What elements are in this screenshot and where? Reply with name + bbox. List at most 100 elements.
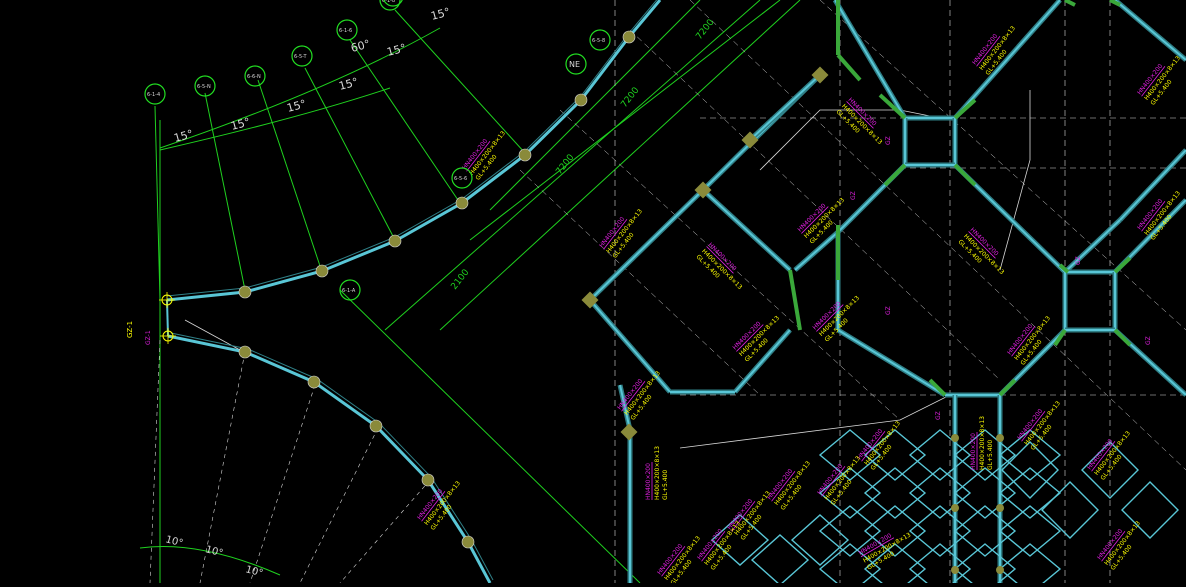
thick-beam xyxy=(1064,0,1076,7)
grid-bubble-label: 6-1-4 xyxy=(147,92,160,98)
angle-label: 15° xyxy=(385,41,407,59)
thick-beam xyxy=(998,378,1017,397)
boxed-grid-bubble[interactable]: NE xyxy=(565,53,587,75)
member-label-tag: HN400×200H400×200×8×13GL+5.400 xyxy=(835,96,884,146)
column-joint xyxy=(951,566,959,574)
square-column xyxy=(620,423,638,441)
radial-grid-line xyxy=(349,39,461,204)
lattice-diamond xyxy=(1041,481,1099,539)
column-joint xyxy=(369,419,383,433)
structural-plan-drawing: 15°15°15°15°15°60°15°10°10°10°7200210072… xyxy=(126,0,1186,587)
lattice-diamond xyxy=(750,534,810,586)
column-joint xyxy=(951,504,959,512)
tick-label: GZ xyxy=(885,306,892,315)
column-joint xyxy=(315,264,329,278)
grid-bubble[interactable]: 6-5-8 xyxy=(589,29,611,51)
grid-bubble[interactable]: 6-1-6 xyxy=(336,19,358,41)
radial-axis-line xyxy=(249,384,316,584)
outline xyxy=(999,90,1031,271)
lattice-diamond xyxy=(863,467,927,519)
member-label-tag: HN400×200H400×200×8×13GL+5.400 xyxy=(731,315,781,364)
radial-axis-line xyxy=(339,479,431,584)
side-tag: GZ-1 xyxy=(145,330,152,345)
member-label-tag: HN400×200H400×200×8×13GL+5.400 xyxy=(695,241,744,291)
lattice-diamond xyxy=(998,505,1062,557)
beam xyxy=(1064,219,1121,273)
tick-label: GZ xyxy=(1145,336,1152,345)
side-tag: GZ-1 xyxy=(126,321,134,338)
lattice-diamond xyxy=(908,505,972,557)
angle-label: 10° xyxy=(164,534,184,549)
grid-bubble[interactable]: 6-6-N xyxy=(244,65,266,87)
radial-axis-line xyxy=(299,427,379,584)
tick-label: GZ xyxy=(885,136,892,145)
column-joint xyxy=(996,434,1004,442)
member-label-tag: HN400×200H400×200×8×13GL+5.400 xyxy=(645,446,669,500)
grid-bubble[interactable]: 6-1-4 xyxy=(144,83,166,105)
radial-grid-line xyxy=(394,9,526,154)
tick-label: GZ xyxy=(1075,256,1082,265)
dimension-label: 7200 xyxy=(619,85,641,109)
lattice-diamond xyxy=(953,467,1017,519)
lattice-diamond xyxy=(953,505,1017,557)
thick-beam xyxy=(953,98,977,120)
member-label-tag: HN400×200H400×200×8×13GL+5.400 xyxy=(856,420,902,472)
lattice-diamond xyxy=(908,467,972,519)
member-label-tag: HN400×200H400×200×8×13GL+5.400 xyxy=(1016,400,1062,452)
member-label-tag: HN400×200H400×200×8×13GL+5.400 xyxy=(1136,55,1182,107)
angle-label: 15° xyxy=(229,115,251,133)
beam xyxy=(749,74,821,141)
member-label-tag: HN400×200H400×200×8×13GL+5.400 xyxy=(766,460,812,512)
grid-bubble-label: 6-1-A xyxy=(342,288,356,294)
grid-bubble-label: 6-1-6 xyxy=(339,28,352,34)
member-label-tag: HN400×200H400×200×8×13GL+5.400 xyxy=(957,226,1006,276)
angle-label: 10° xyxy=(244,564,264,579)
grid-bubble-label: 6-6-N xyxy=(247,74,261,80)
column-joint xyxy=(307,375,321,389)
column-joint xyxy=(518,148,532,162)
column-joint xyxy=(996,504,1004,512)
beam xyxy=(1114,0,1186,61)
beam xyxy=(954,0,1061,119)
dim-arc xyxy=(159,87,391,151)
grid-bubble-label: 6-5-8 xyxy=(592,38,605,44)
curved-beam-edge xyxy=(166,0,658,297)
dimension-label: 2100 xyxy=(449,267,471,291)
member-label-magenta: HN400×200 xyxy=(970,433,977,470)
lattice-diamond xyxy=(908,429,972,481)
thick-beam xyxy=(1113,256,1132,274)
lattice-diamond xyxy=(790,514,850,566)
member-label-tag: HN400×200H400×200×8×13GL+5.400 xyxy=(1006,315,1052,367)
grid-bubble-label: 6-5-6 xyxy=(454,176,467,182)
member-label-tag: HN400×200H400×200×8×13GL+5.400 xyxy=(1086,430,1132,482)
curved-beam-edge xyxy=(170,332,494,581)
member-label-yellow: H400×200×8×13 xyxy=(979,416,986,470)
tick-label: GZ xyxy=(935,411,942,420)
column-joint xyxy=(455,196,469,210)
member-label-yellow: GL+5.400 xyxy=(987,440,994,470)
member-label-tag: HN400×200H400×200×8×13GL+5.400 xyxy=(796,197,846,246)
grid-bubble[interactable]: 6-5-T xyxy=(291,45,313,67)
radial-grid-line xyxy=(154,105,161,301)
member-label-yellow: H400×200×8×13 xyxy=(654,446,661,500)
outline xyxy=(679,394,951,449)
column-joint xyxy=(622,30,636,44)
member-label-magenta: HN400×200 xyxy=(645,463,652,500)
diagonal-grid-line xyxy=(384,0,761,331)
column-joint xyxy=(951,434,959,442)
angle-label: 60° xyxy=(349,37,371,55)
grid-bubble-label: 6-5-N xyxy=(197,84,211,90)
column-joint xyxy=(388,234,402,248)
grid-bubble[interactable]: 6-1-A xyxy=(339,279,361,301)
axis-line xyxy=(689,0,1186,471)
grid-bubble-label: NE xyxy=(569,60,580,69)
cad-drawing-viewport[interactable]: 15° 15° 15° 15° 15° 60° 15° 10° 10° 10° 7200 2100 72… xyxy=(0,0,1186,587)
thick-beam xyxy=(883,163,907,187)
column-joint xyxy=(574,93,588,107)
column-joint xyxy=(996,566,1004,574)
grid-bubble-layer[interactable]: 6-1-46-5-N6-6-N6-5-T6-1-66-1-86-5-86-5-6… xyxy=(144,0,611,301)
dimension-label: 7200 xyxy=(694,17,716,41)
beam xyxy=(837,329,946,396)
grid-bubble[interactable]: 6-5-6 xyxy=(451,167,473,189)
beam xyxy=(834,0,906,119)
